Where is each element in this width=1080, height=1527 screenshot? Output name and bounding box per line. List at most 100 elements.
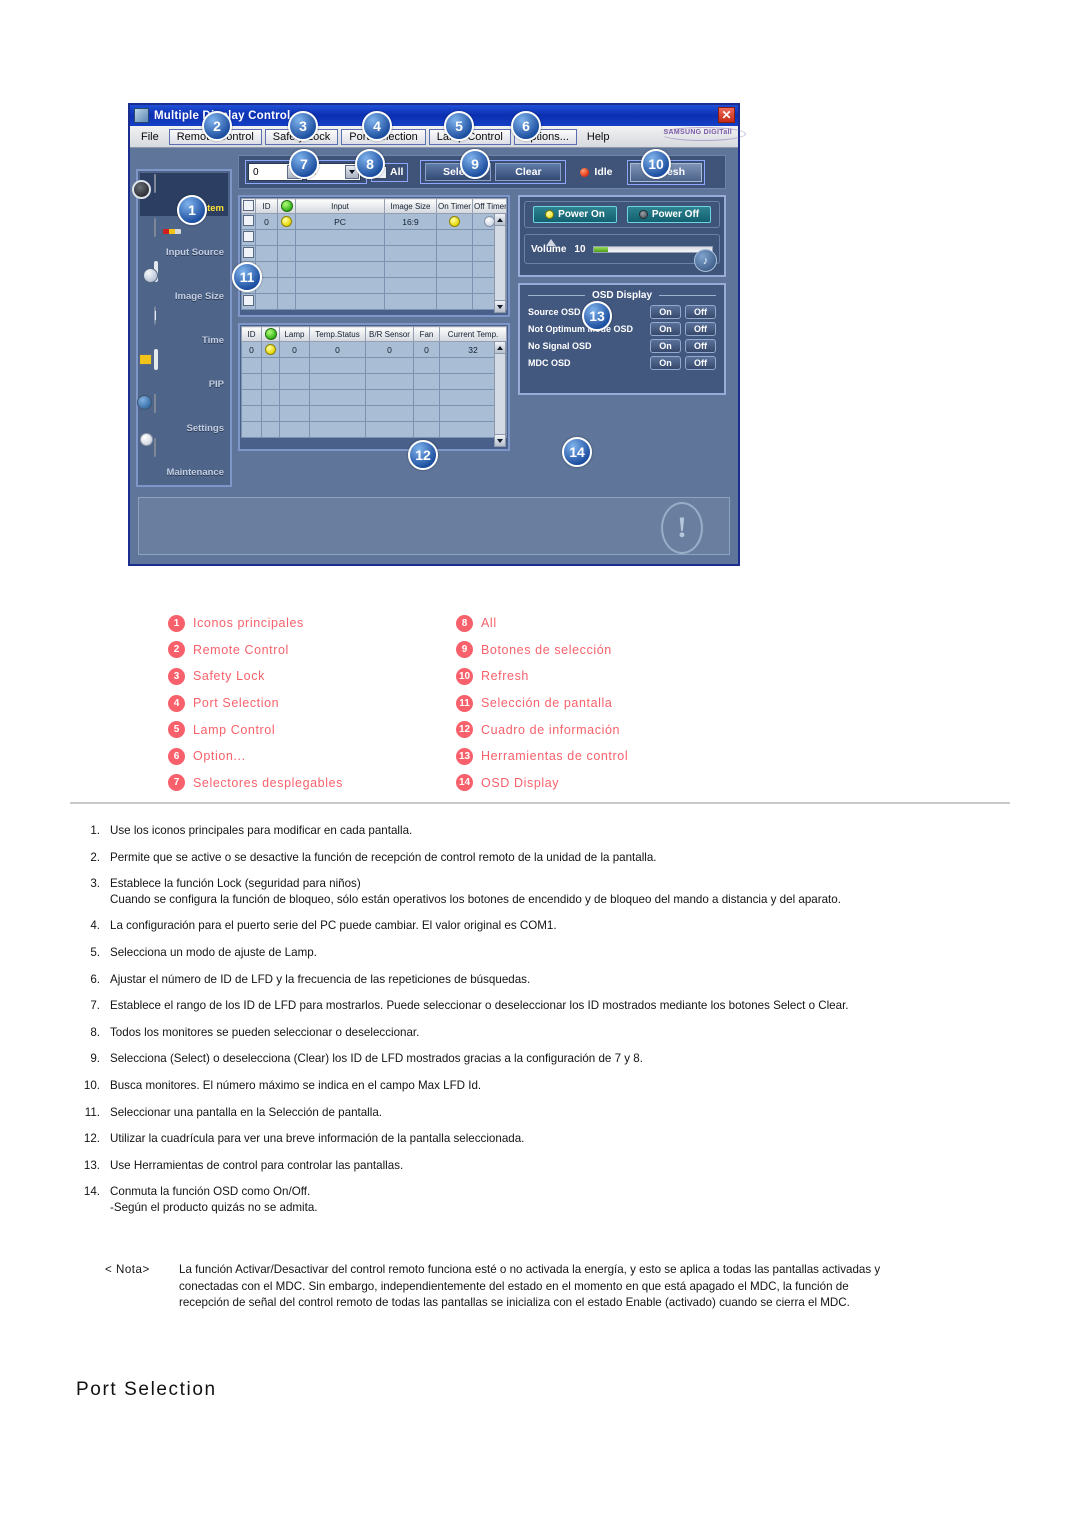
close-icon[interactable]: ✕ bbox=[718, 107, 735, 123]
scroll-up-icon[interactable] bbox=[495, 342, 505, 354]
clear-button[interactable]: Clear bbox=[495, 163, 562, 181]
callout-2: 2 bbox=[202, 111, 232, 141]
table-row[interactable] bbox=[241, 373, 507, 390]
legend-label: Iconos principales bbox=[193, 616, 304, 631]
row-checkbox-cell[interactable] bbox=[241, 213, 256, 230]
display-selection-grid[interactable]: ID Input Image Size On Timer Off Timer 0… bbox=[238, 195, 510, 317]
table-row[interactable] bbox=[241, 421, 507, 438]
table-row[interactable] bbox=[241, 277, 507, 294]
row-checkbox[interactable] bbox=[243, 295, 254, 306]
table-row[interactable] bbox=[241, 245, 507, 262]
table-row[interactable]: 0 0 0 0 0 32 bbox=[241, 341, 507, 358]
sidebar-label-settings: Settings bbox=[186, 423, 224, 434]
header-select-all[interactable] bbox=[241, 198, 256, 214]
grid-scrollbar[interactable] bbox=[494, 341, 506, 447]
list-text: Ajustar el número de ID de LFD y la frec… bbox=[110, 972, 531, 986]
not-optimum-osd-off-button[interactable]: Off bbox=[685, 322, 716, 336]
row-checkbox[interactable] bbox=[243, 231, 254, 242]
list-item-2: 2. Permite que se active o se desactive l… bbox=[74, 850, 894, 866]
cell-empty bbox=[413, 389, 440, 406]
volume-slider[interactable] bbox=[592, 245, 713, 253]
status-indicator: Idle bbox=[580, 166, 613, 178]
sidebar-label-maintenance: Maintenance bbox=[166, 467, 224, 478]
list-number: 8. bbox=[90, 1025, 100, 1039]
cell-power bbox=[261, 341, 280, 358]
scroll-up-icon[interactable] bbox=[495, 214, 505, 226]
list-number: 4. bbox=[90, 919, 100, 933]
cell-empty bbox=[384, 245, 437, 262]
legend-item-9: 9 Botones de selección bbox=[456, 637, 628, 664]
sidebar-item-time[interactable]: Time bbox=[140, 305, 228, 348]
source-osd-on-button[interactable]: On bbox=[650, 305, 681, 319]
osd-row-not-optimum: Not Optimum Mode OSD On Off bbox=[528, 322, 716, 336]
volume-slider-thumb[interactable] bbox=[546, 239, 557, 246]
sidebar-item-maintenance[interactable]: Maintenance bbox=[140, 437, 228, 480]
cell-input: PC bbox=[295, 213, 385, 230]
header-checkbox[interactable] bbox=[243, 199, 254, 211]
cell-empty bbox=[279, 357, 310, 374]
sidebar-item-settings[interactable]: Settings bbox=[140, 393, 228, 436]
row-checkbox-cell[interactable] bbox=[241, 229, 256, 246]
menu-item-help[interactable]: Help bbox=[580, 130, 617, 144]
legend-item-14: 14 OSD Display bbox=[456, 770, 628, 797]
legend-number: 2 bbox=[168, 641, 185, 659]
mdc-osd-on-button[interactable]: On bbox=[650, 356, 681, 370]
list-number: 3. bbox=[90, 877, 100, 891]
row-checkbox-cell[interactable] bbox=[241, 245, 256, 262]
speaker-icon[interactable]: ♪ bbox=[694, 249, 717, 272]
scroll-down-icon[interactable] bbox=[495, 300, 505, 312]
power-led-icon bbox=[281, 216, 292, 228]
no-signal-osd-off-button[interactable]: Off bbox=[685, 339, 716, 353]
header-fan: Fan bbox=[413, 326, 440, 342]
power-off-button[interactable]: Power Off bbox=[627, 206, 711, 223]
legend-number: 6 bbox=[168, 747, 185, 765]
cell-empty bbox=[279, 373, 310, 390]
table-row[interactable] bbox=[241, 405, 507, 422]
table-row[interactable] bbox=[241, 293, 507, 310]
sidebar-item-image-size[interactable]: Image Size bbox=[140, 261, 228, 304]
osd-row-mdc: MDC OSD On Off bbox=[528, 356, 716, 370]
list-item-8: 8. Todos los monitores se pueden seleccio… bbox=[74, 1025, 894, 1041]
menu-item-file[interactable]: File bbox=[134, 130, 166, 144]
list-number: 11. bbox=[84, 1105, 100, 1119]
table-row[interactable] bbox=[241, 389, 507, 406]
callout-3: 3 bbox=[288, 111, 318, 141]
table-row[interactable] bbox=[241, 357, 507, 374]
table-row[interactable] bbox=[241, 261, 507, 278]
legend-label: All bbox=[481, 616, 497, 631]
sidebar-item-pip[interactable]: PIP bbox=[140, 349, 228, 392]
callout-12: 12 bbox=[408, 440, 438, 470]
table-row[interactable]: 0 PC 16:9 bbox=[241, 213, 507, 230]
display-info-grid[interactable]: ID Lamp Temp.Status B/R Sensor Fan Curre… bbox=[238, 323, 510, 451]
sidebar-label-pip: PIP bbox=[208, 379, 224, 390]
power-on-button[interactable]: Power On bbox=[533, 206, 617, 223]
row-checkbox[interactable] bbox=[243, 247, 254, 258]
list-number: 14. bbox=[83, 1185, 100, 1199]
cell-lamp: 0 bbox=[279, 341, 310, 358]
legend-item-8: 8 All bbox=[456, 610, 628, 637]
cell-power bbox=[277, 213, 296, 230]
header-off-timer: Off Timer bbox=[472, 198, 507, 214]
not-optimum-osd-on-button[interactable]: On bbox=[650, 322, 681, 336]
selection-buttons: Select Clear bbox=[420, 160, 567, 184]
list-item-11: 11. Seleccionar una pantalla en la Selecc… bbox=[74, 1105, 894, 1121]
list-text: Use los iconos principales para modifica… bbox=[110, 824, 413, 837]
row-checkbox[interactable] bbox=[243, 215, 254, 226]
row-checkbox-cell[interactable] bbox=[241, 293, 256, 310]
sidebar-label-time: Time bbox=[201, 335, 224, 346]
no-signal-osd-on-button[interactable]: On bbox=[650, 339, 681, 353]
list-text: Conmuta la función OSD como On/Off. bbox=[110, 1185, 311, 1199]
table-row[interactable] bbox=[241, 229, 507, 246]
source-osd-off-button[interactable]: Off bbox=[685, 305, 716, 319]
cell-empty bbox=[295, 245, 385, 262]
sidebar-item-input-source[interactable]: Input Source bbox=[140, 217, 228, 260]
grid-scrollbar[interactable] bbox=[494, 213, 506, 313]
legend-number: 13 bbox=[456, 747, 473, 765]
mdc-osd-off-button[interactable]: Off bbox=[685, 356, 716, 370]
legend-item-4: 4 Port Selection bbox=[168, 690, 343, 717]
legend-number: 9 bbox=[456, 641, 473, 659]
osd-title-row: OSD Display bbox=[528, 290, 716, 301]
scroll-down-icon[interactable] bbox=[495, 434, 505, 446]
volume-value: 10 bbox=[574, 243, 586, 255]
cell-empty bbox=[295, 293, 385, 310]
